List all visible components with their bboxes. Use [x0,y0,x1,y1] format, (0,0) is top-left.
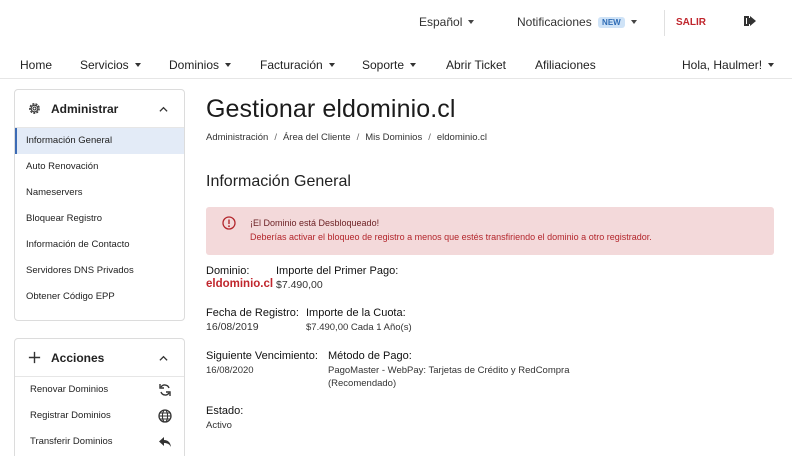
breadcrumb: Administración / Área del Cliente / Mis Domi… [206,132,487,143]
sidebar-item-servidores-dns[interactable]: Servidores DNS Privados [15,258,184,284]
sidebar-item-label: Transferir Dominios [30,436,113,447]
refresh-icon [159,384,171,396]
sidebar-item-registrar-dominios[interactable]: Registrar Dominios [15,403,184,429]
sidebar-item-label: Servidores DNS Privados [26,265,134,276]
nav-home[interactable]: Home [20,58,52,72]
divider [664,10,665,36]
user-menu[interactable]: Hola, Haulmer! [682,58,775,72]
actions-panel: Acciones Renovar Dominios Registrar Domi… [14,338,185,456]
status-value: Activo [206,420,232,431]
logout-link[interactable]: SALIR [676,17,706,28]
sidebar-item-bloquear-registro[interactable]: Bloquear Registro [15,206,184,232]
logout-icon[interactable] [742,13,758,29]
top-bar: Español Notificaciones NEW SALIR [0,0,792,44]
registration-date-value: 16/08/2019 [206,321,259,333]
first-payment-label: Importe del Primer Pago: [276,265,399,277]
nav-facturacion-label: Facturación [260,58,323,72]
chevron-down-icon [134,63,141,67]
chevron-down-icon [328,63,335,67]
sidebar-item-label: Registrar Dominios [30,410,111,421]
breadcrumb-separator: / [428,132,431,143]
next-due-label: Siguiente Vencimiento: [206,350,318,362]
plus-icon [28,351,41,364]
notifications-label: Notificaciones [517,15,592,29]
notifications-menu[interactable]: Notificaciones NEW [517,15,637,29]
chevron-up-icon[interactable] [159,105,168,114]
nav-afiliaciones-label: Afiliaciones [535,58,596,72]
sidebar-item-renovar-dominios[interactable]: Renovar Dominios [15,377,184,403]
nav-dominios[interactable]: Dominios [169,58,232,72]
language-label: Español [419,15,463,29]
sidebar-item-label: Bloquear Registro [26,213,103,224]
alert-text: Deberías activar el bloqueo de registro … [250,232,652,242]
chevron-down-icon [768,63,775,67]
nav-abrir-ticket[interactable]: Abrir Ticket [446,58,506,72]
user-greeting: Hola, Haulmer! [682,58,763,72]
language-selector[interactable]: Español [419,15,475,29]
breadcrumb-separator: / [356,132,360,143]
nav-home-label: Home [20,58,53,72]
chevron-up-icon[interactable] [159,354,168,363]
payment-method-value: PagoMaster - WebPay: Tarjetas de Crédito… [328,365,570,376]
breadcrumb-mis-dominios[interactable]: Mis Dominios [365,132,422,143]
nav-servicios[interactable]: Servicios [80,58,141,72]
breadcrumb-separator: / [274,132,277,143]
admin-panel-title: Administrar [51,102,119,116]
sidebar-item-label: Renovar Dominios [30,384,109,395]
breadcrumb-current: eldominio.cl [436,132,488,143]
nav-soporte[interactable]: Soporte [362,58,417,72]
section-title: Información General [206,173,351,190]
sidebar-item-label: Auto Renovación [26,161,99,172]
sidebar-item-auto-renovacion[interactable]: Auto Renovación [15,154,184,180]
chevron-down-icon [410,63,417,67]
breadcrumb-administracion[interactable]: Administración [206,132,268,143]
payment-method-label: Método de Pago: [328,350,412,362]
nav-dominios-label: Dominios [169,58,220,72]
sidebar-item-transferir-dominios[interactable]: Transferir Dominios [15,429,184,455]
chevron-down-icon [468,20,475,24]
nav-servicios-label: Servicios [80,58,129,72]
gear-icon [29,103,40,114]
globe-icon [158,409,172,423]
domain-label: Dominio: [206,265,250,277]
nav-abrir-ticket-label: Abrir Ticket [446,58,507,72]
unlocked-alert: ¡El Dominio está Desbloqueado! Deberías … [206,207,774,255]
sidebar-item-label: Información de Contacto [26,239,130,250]
sidebar-item-informacion-contacto[interactable]: Información de Contacto [15,232,184,258]
sidebar-item-label: Obtener Código EPP [26,291,115,302]
next-due-value: 16/08/2020 [206,365,254,376]
alert-title: ¡El Dominio está Desbloqueado! [250,218,380,228]
sidebar-item-informacion-general[interactable]: Información General [15,128,184,154]
exclamation-circle-icon [222,216,236,230]
admin-panel: Administrar Información General Auto Ren… [14,89,185,321]
registration-date-label: Fecha de Registro: [206,307,299,319]
page-title: Gestionar eldominio.cl [206,95,456,123]
payment-method-note: (Recomendado) [328,378,397,389]
reply-icon [159,437,171,447]
nav-facturacion[interactable]: Facturación [260,58,335,72]
sidebar-item-codigo-epp[interactable]: Obtener Código EPP [15,284,184,310]
actions-panel-title: Acciones [51,351,105,365]
nav-soporte-label: Soporte [362,58,405,72]
chevron-down-icon [630,20,637,24]
admin-panel-header[interactable]: Administrar [15,90,184,128]
main-nav: Home Servicios Dominios Facturación Sopo… [0,44,792,79]
first-payment-value: $7.490,00 [276,279,323,291]
actions-panel-header[interactable]: Acciones [15,339,184,377]
sidebar-item-label: Nameservers [26,187,83,198]
recurring-amount-value: $7.490,00 Cada 1 Año(s) [306,322,412,333]
chevron-down-icon [225,63,232,67]
sidebar-item-nameservers[interactable]: Nameservers [15,180,184,206]
new-badge: NEW [598,17,625,28]
breadcrumb-area-cliente[interactable]: Área del Cliente [283,132,351,143]
status-label: Estado: [206,405,244,417]
nav-afiliaciones[interactable]: Afiliaciones [535,58,596,72]
sidebar-item-label: Información General [26,135,113,146]
recurring-amount-label: Importe de la Cuota: [306,307,406,319]
domain-link[interactable]: eldominio.cl [206,278,273,290]
